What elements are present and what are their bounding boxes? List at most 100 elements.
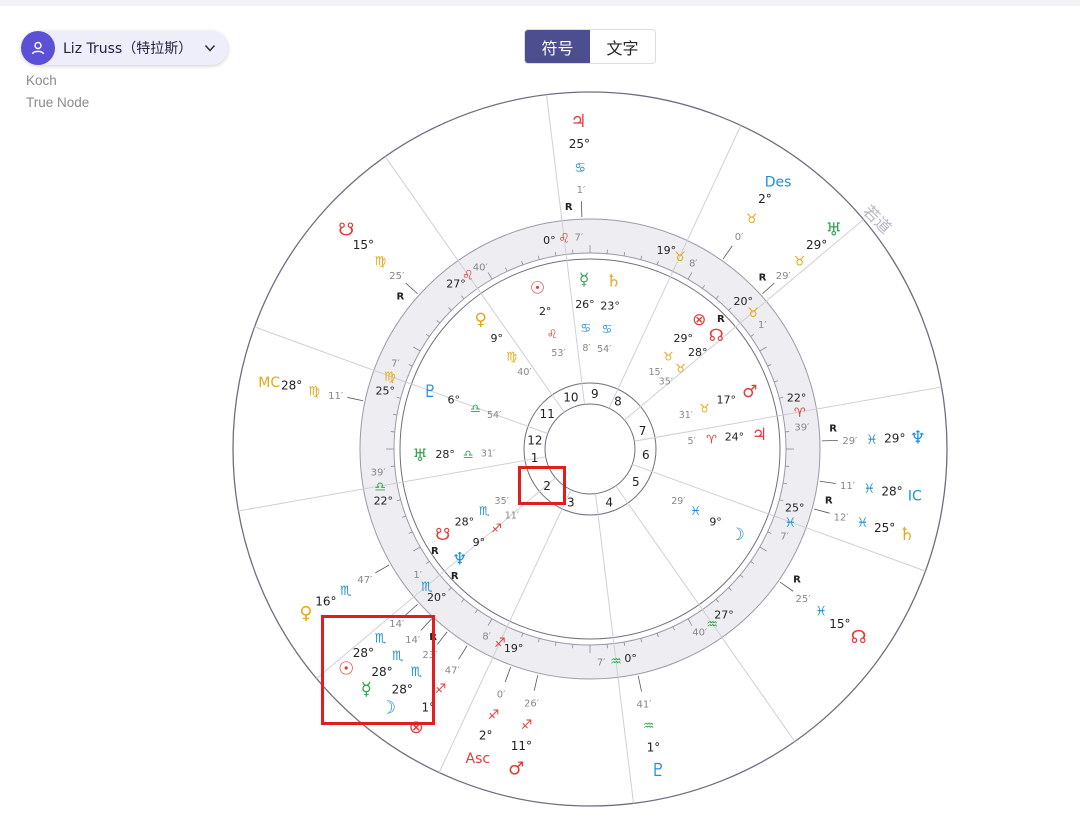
natal-planet-glyph: ♅ — [412, 446, 427, 466]
transit-planet-minute: 0′ — [497, 689, 506, 700]
transit-planet-minute: 41′ — [637, 699, 653, 710]
cusp-degree: 25° — [785, 502, 805, 515]
cusp-sign: ♐ — [494, 636, 506, 651]
cusp-sign: ♏ — [421, 580, 433, 595]
cusp-minute: 1′ — [413, 570, 422, 581]
transit-planet-degree: 1° — [647, 740, 661, 754]
transit-planet-minute: 14′ — [405, 635, 421, 646]
natal-planet-sign: ♉ — [699, 401, 710, 415]
natal-planet-glyph: ♀ — [474, 310, 486, 330]
transit-planet-degree: 29° — [884, 431, 905, 445]
cusp-minute: 7′ — [575, 232, 584, 243]
cusp-minute: 1′ — [758, 320, 767, 331]
transit-planet-degree: 16° — [315, 595, 336, 609]
cusp-minute: 8′ — [689, 259, 698, 270]
transit-planet-glyph: ♀ — [299, 603, 312, 624]
transit-planet-sign: ♍ — [375, 254, 387, 269]
transit-planet-sign: ♓ — [866, 433, 878, 448]
transit-planet-degree: 1° — [422, 701, 436, 715]
natal-planet-sign: ♉ — [675, 361, 686, 375]
natal-planet-degree: 23° — [600, 299, 620, 312]
cusp-sign: ♍ — [384, 370, 396, 385]
cusp-sign: ♓ — [784, 516, 796, 531]
transit-planet-minute: 1′ — [577, 185, 586, 196]
natal-planet-minute: 40′ — [517, 367, 531, 378]
natal-retrograde-mark: R — [431, 546, 439, 557]
natal-planet-glyph: ☿ — [579, 270, 589, 290]
cusp-degree: 0° — [543, 234, 556, 247]
natal-planet-degree: 17° — [717, 393, 737, 406]
transit-planet-sign: ♏ — [340, 584, 352, 599]
transit-planet-sign: ♓ — [815, 605, 827, 620]
transit-retrograde-mark: R — [397, 291, 405, 302]
transit-planet-minute: 25′ — [795, 594, 811, 605]
house-number-9: 9 — [591, 387, 599, 401]
transit-planet-sign: ♒ — [643, 719, 655, 734]
natal-planet-minute: 54′ — [487, 410, 501, 421]
house-number-7: 7 — [639, 424, 647, 438]
cusp-sign: ♒ — [610, 654, 622, 669]
transit-planet-degree: 28° — [392, 682, 413, 696]
natal-planet-glyph: ♃ — [752, 425, 767, 445]
transit-planet-glyph: ♅ — [826, 220, 842, 241]
natal-planet-minute: 8′ — [582, 343, 590, 354]
house-number-10: 10 — [563, 390, 578, 404]
cusp-sign: ♎ — [374, 480, 386, 495]
cusp-minute: 7′ — [597, 658, 606, 669]
astrology-chart: 123 4567891011120° ♌ 7′19°♉ 8′20°♉1′22°♈39′2… — [232, 91, 948, 807]
transit-planet-degree: 25° — [569, 137, 590, 151]
transit-planet-sign: ♓ — [863, 482, 875, 497]
natal-retrograde-mark: R — [717, 314, 725, 325]
cusp-minute: 7′ — [391, 358, 400, 369]
transit-retrograde-mark: R — [825, 496, 833, 507]
transit-planet-sign: ♋ — [574, 161, 586, 176]
natal-planet-sign: ♈ — [706, 432, 717, 446]
transit-planet-glyph: ♇ — [650, 760, 666, 781]
house-number-3: 3 — [567, 496, 575, 510]
transit-planet-sign: ♍ — [308, 384, 320, 399]
transit-planet-glyph: IC — [908, 489, 922, 505]
natal-planet-minute: 29′ — [671, 496, 685, 507]
transit-planet-glyph: ♄ — [899, 524, 915, 545]
transit-planet-sign: ♉ — [746, 212, 758, 227]
natal-retrograde-mark: R — [451, 571, 459, 582]
transit-planet-minute: 29′ — [776, 271, 792, 282]
house-number-6: 6 — [642, 448, 650, 462]
house-number-4: 4 — [605, 496, 613, 510]
transit-retrograde-mark: R — [565, 202, 573, 213]
natal-planet-degree: 6° — [447, 393, 460, 406]
natal-planet-sign: ♍ — [506, 350, 517, 364]
transit-retrograde-mark: R — [759, 272, 767, 283]
transit-planet-sign: ♐ — [521, 718, 533, 733]
transit-planet-degree: 15° — [353, 238, 374, 252]
natal-planet-degree: 28° — [688, 346, 708, 359]
transit-planet-degree: 2° — [479, 729, 493, 743]
natal-planet-minute: 5′ — [688, 436, 696, 447]
natal-planet-degree: 9° — [709, 516, 722, 529]
transit-planet-minute: 23′ — [422, 650, 438, 661]
transit-planet-minute: 11′ — [840, 481, 856, 492]
transit-planet-degree: 29° — [806, 238, 827, 252]
transit-planet-glyph: MC — [258, 375, 280, 391]
house-number-12: 12 — [527, 433, 542, 447]
transit-pointer-line — [580, 201, 583, 218]
transit-planet-glyph: Des — [765, 174, 792, 190]
natal-planet-sign: ♌ — [547, 327, 558, 341]
transit-planet-glyph: ♆ — [910, 428, 926, 449]
transit-planet-glyph: ♂ — [508, 759, 524, 780]
natal-planet-sign: ♎ — [470, 401, 481, 415]
house-number-8: 8 — [614, 395, 622, 409]
cusp-sign: ♉ — [674, 250, 686, 265]
natal-planet-sign: ♏ — [479, 504, 490, 518]
transit-pointer-line — [821, 439, 838, 442]
cusp-degree: 25° — [376, 384, 396, 397]
cusp-sign: ♌ — [558, 232, 570, 247]
transit-planet-minute: 25′ — [389, 271, 405, 282]
natal-planet-minute: 54′ — [597, 344, 611, 355]
transit-retrograde-mark: R — [793, 574, 801, 585]
cusp-minute: 39′ — [794, 423, 810, 434]
natal-planet-degree: 28° — [435, 448, 455, 461]
natal-planet-sign: ♓ — [690, 504, 701, 518]
transit-planet-minute: 29′ — [842, 436, 858, 447]
cusp-sign: ♈ — [794, 406, 806, 421]
